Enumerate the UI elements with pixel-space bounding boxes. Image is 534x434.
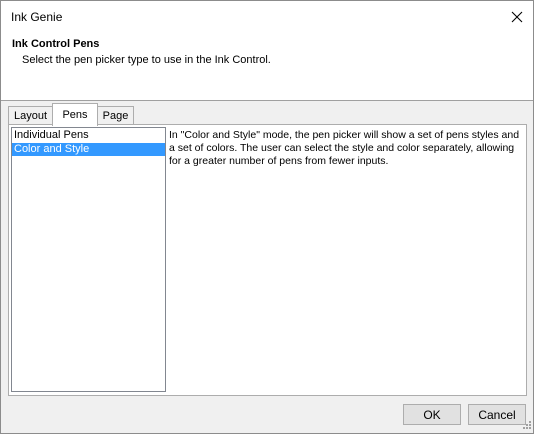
ok-button[interactable]: OK [403,404,461,425]
wizard-header: Ink Control Pens Select the pen picker t… [1,32,533,101]
resize-grip-icon[interactable] [521,421,531,431]
tab-pens[interactable]: Pens [52,103,98,126]
list-item-individual-pens[interactable]: Individual Pens [12,129,165,142]
mode-description: In "Color and Style" mode, the pen picke… [169,129,520,167]
title-bar[interactable]: Ink Genie [1,1,533,32]
tab-strip: Layout Page Pens [8,103,526,126]
close-icon [511,11,523,22]
tab-page[interactable]: Page [97,106,134,124]
tab-panel-pens: Individual Pens Color and Style In "Colo… [8,124,527,396]
close-button[interactable] [501,1,533,32]
tab-layout[interactable]: Layout [8,106,53,124]
cancel-button[interactable]: Cancel [468,404,526,425]
dialog-window: Ink Genie Ink Control Pens Select the pe… [0,0,534,434]
page-title: Ink Control Pens [12,38,100,50]
pen-type-listbox[interactable]: Individual Pens Color and Style [11,127,166,392]
page-subtitle: Select the pen picker type to use in the… [22,54,271,66]
list-item-color-and-style[interactable]: Color and Style [12,143,165,156]
window-title: Ink Genie [11,10,63,24]
